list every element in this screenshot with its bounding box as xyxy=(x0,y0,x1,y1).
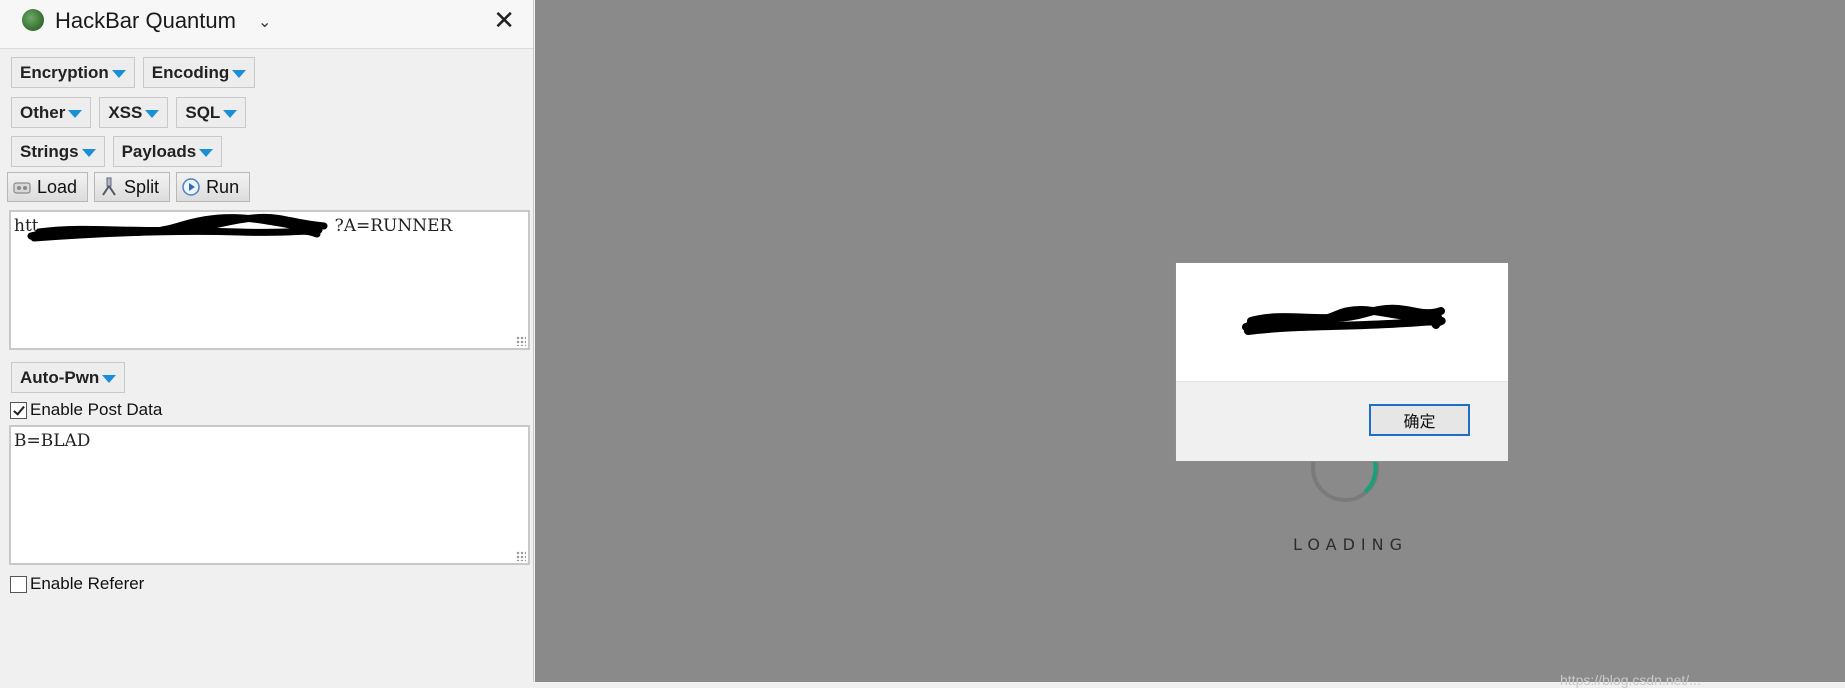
run-icon xyxy=(182,178,200,196)
ok-button[interactable]: 确定 xyxy=(1369,404,1470,436)
action-toolbar: Load Split Run xyxy=(7,172,251,202)
encryption-menu-button[interactable]: Encryption xyxy=(11,57,135,88)
menu-row-2: Other XSS SQL xyxy=(11,97,247,128)
run-label: Run xyxy=(206,176,240,197)
sql-label: SQL xyxy=(185,102,221,122)
sql-menu-button[interactable]: SQL xyxy=(176,97,247,128)
caret-down-icon xyxy=(81,148,96,157)
enable-referer-row: Enable Referer xyxy=(10,574,144,594)
autopwn-row: Auto-Pwn xyxy=(11,362,126,393)
menu-row-3: Strings Payloads xyxy=(11,136,223,167)
redacted-message-scribble xyxy=(1242,304,1446,335)
encoding-label: Encoding xyxy=(151,62,230,82)
enable-referer-label: Enable Referer xyxy=(30,574,145,593)
post-data-textarea[interactable]: B=BLAD xyxy=(9,425,530,565)
caret-down-icon xyxy=(223,109,238,118)
autopwn-label: Auto-Pwn xyxy=(20,367,100,387)
close-icon[interactable]: ✕ xyxy=(493,4,515,36)
load-label: Load xyxy=(37,176,78,197)
load-icon xyxy=(13,182,31,194)
enable-post-checkbox[interactable] xyxy=(10,401,27,419)
sidebar-header: HackBar Quantum ⌄ ✕ xyxy=(0,0,533,49)
menu-row-1: Encryption Encoding xyxy=(11,57,256,88)
caret-down-icon xyxy=(199,148,214,157)
caret-down-icon xyxy=(102,374,117,383)
encryption-label: Encryption xyxy=(20,62,109,82)
run-button[interactable]: Run xyxy=(176,172,251,202)
resize-grip-icon[interactable] xyxy=(516,336,526,346)
hackbar-sidebar: HackBar Quantum ⌄ ✕ Encryption Encoding … xyxy=(0,0,534,682)
loading-label: LOADING xyxy=(1293,535,1409,554)
load-button[interactable]: Load xyxy=(7,172,89,202)
strings-label: Strings xyxy=(20,141,79,161)
footer-watermark-url: https://blog.csdn.net/... xyxy=(1560,672,1701,688)
caret-down-icon xyxy=(145,109,160,118)
xss-label: XSS xyxy=(108,102,143,122)
caret-down-icon xyxy=(68,109,83,118)
alert-dialog: 确定 xyxy=(1175,262,1509,462)
chevron-down-icon[interactable]: ⌄ xyxy=(258,12,271,32)
other-label: Other xyxy=(20,102,66,122)
strings-menu-button[interactable]: Strings xyxy=(11,136,105,167)
url-textarea[interactable]: htt ?A=RUNNER xyxy=(9,210,530,350)
xss-menu-button[interactable]: XSS xyxy=(99,97,169,128)
caret-down-icon xyxy=(111,69,126,78)
other-menu-button[interactable]: Other xyxy=(11,97,92,128)
enable-referer-checkbox[interactable] xyxy=(10,575,27,593)
resize-grip-icon[interactable] xyxy=(516,551,526,561)
split-icon xyxy=(102,177,116,196)
split-button[interactable]: Split xyxy=(94,172,171,202)
split-label: Split xyxy=(124,176,160,197)
hackbar-logo-icon xyxy=(22,9,44,31)
enable-post-row: Enable Post Data xyxy=(10,400,162,420)
enable-post-label: Enable Post Data xyxy=(30,400,163,419)
payloads-label: Payloads xyxy=(121,141,197,161)
url-query-text: ?A=RUNNER xyxy=(334,216,453,236)
sidebar-title[interactable]: HackBar Quantum xyxy=(55,8,236,34)
dialog-button-bar: 确定 xyxy=(1176,381,1508,461)
dialog-message-area xyxy=(1176,263,1508,383)
redaction-scribble xyxy=(27,213,328,242)
caret-down-icon xyxy=(232,69,247,78)
payloads-menu-button[interactable]: Payloads xyxy=(112,136,223,167)
post-data-text: B=BLAD xyxy=(14,431,91,451)
encoding-menu-button[interactable]: Encoding xyxy=(142,57,256,88)
autopwn-menu-button[interactable]: Auto-Pwn xyxy=(11,362,126,393)
